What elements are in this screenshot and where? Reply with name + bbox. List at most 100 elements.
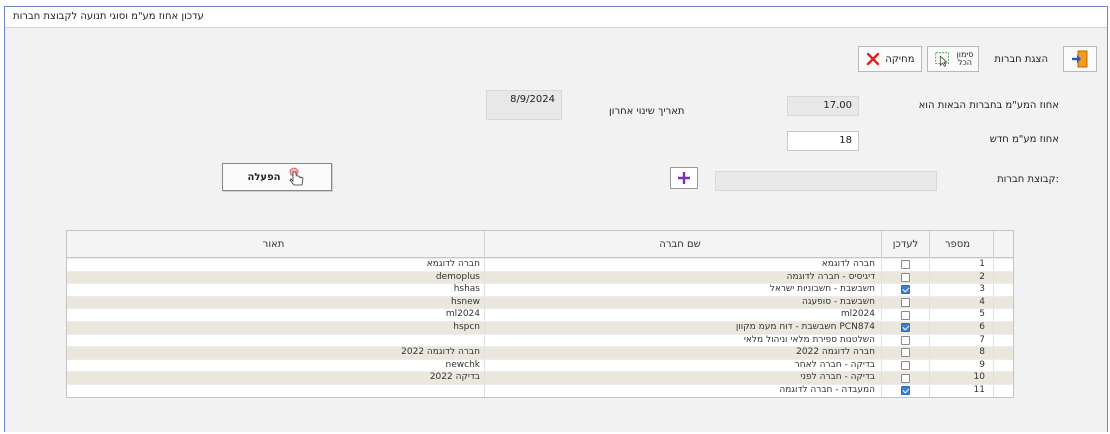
- update-checkbox[interactable]: [901, 285, 910, 295]
- cell-selector[interactable]: [993, 271, 1013, 284]
- table-row[interactable]: hspcn חשבשבת - דוח מעמ מקוון PCN874 6: [67, 320, 1013, 334]
- col-description[interactable]: תאור: [67, 231, 484, 257]
- update-checkbox[interactable]: [901, 335, 910, 345]
- show-companies-label: הצגת חברות: [994, 53, 1048, 65]
- delete-label: מחיקה: [885, 53, 915, 65]
- tab-show-companies[interactable]: הצגת חברות: [984, 46, 1058, 72]
- cell-number: 10: [929, 372, 993, 384]
- cell-update: [881, 296, 929, 309]
- select-all-cursor-icon: [935, 52, 950, 67]
- cell-company-name: חברה לדוגמא: [484, 259, 881, 271]
- table-row[interactable]: newchk בדיקה - חברה לאחר 9: [67, 358, 1013, 372]
- main-content: הצגת חברות סימון הכל מחיקה אחוז המע"מ בח…: [5, 28, 1107, 432]
- hand-pointer-icon: [288, 167, 303, 186]
- exit-door-icon: [1072, 50, 1088, 68]
- last-change-field: 8/9/2024: [486, 90, 562, 120]
- cell-description: hspcn: [453, 321, 480, 332]
- delete-button[interactable]: מחיקה: [858, 46, 923, 72]
- cell-update: [881, 359, 929, 372]
- cell-update: [881, 384, 929, 397]
- cell-description: [67, 335, 484, 347]
- table-row[interactable]: ml2024 ml2024 5: [67, 308, 1013, 321]
- run-button[interactable]: הפעלה: [222, 163, 332, 191]
- update-checkbox[interactable]: [901, 260, 910, 270]
- table-row[interactable]: המעבדה - חברה לדוגמה 11: [67, 383, 1013, 397]
- cell-number: 7: [929, 334, 993, 347]
- cell-description: בדיקה 2022: [429, 372, 480, 383]
- cell-company-name: המעבדה - חברה לדוגמה: [484, 384, 881, 397]
- title-bar: עדכון אחוז מע"מ וסוגי תנועה לקבוצת חברות: [5, 7, 1107, 28]
- toolbar: הצגת חברות סימון הכל מחיקה: [858, 46, 1097, 74]
- cell-update: [881, 271, 929, 284]
- cell-selector[interactable]: [993, 296, 1013, 309]
- cell-description: חברה לדוגמה 2022: [401, 347, 480, 358]
- cell-company-name: בדיקה - חברה לאחר: [484, 359, 881, 372]
- companies-table: תאור שם חברה לעדכן מספר חברה לדוגמא חברה …: [66, 230, 1014, 398]
- cell-selector[interactable]: [993, 384, 1013, 397]
- cell-number: 2: [929, 271, 993, 284]
- cell-company-name: חשבשבת - סופעגה: [484, 296, 881, 309]
- cell-description: hshas: [453, 284, 480, 295]
- plus-icon: [678, 172, 690, 184]
- col-company-name[interactable]: שם חברה: [484, 231, 881, 257]
- table-row[interactable]: hsnew חשבשבת - סופעגה 4: [67, 295, 1013, 309]
- cell-description: newchk: [445, 359, 480, 370]
- update-checkbox[interactable]: [901, 348, 910, 358]
- select-all-text: סימון הכל: [957, 51, 974, 67]
- cell-update: [881, 259, 929, 271]
- update-checkbox[interactable]: [901, 272, 910, 282]
- select-all-button[interactable]: סימון הכל: [927, 46, 980, 72]
- company-group-label: קבוצת חברות:: [997, 174, 1059, 185]
- new-vat-input[interactable]: 18: [787, 131, 859, 151]
- vat-label: אחוז המע"מ בחברות הבאות הוא: [918, 100, 1059, 111]
- cell-company-name: חשבשבת - דוח מעמ מקוון PCN874: [484, 321, 881, 334]
- cell-number: 9: [929, 359, 993, 372]
- cell-selector[interactable]: [993, 284, 1013, 296]
- cell-company-name: חברה לדוגמה 2022: [484, 347, 881, 359]
- cell-selector[interactable]: [993, 334, 1013, 347]
- select-all-line2: הכל: [958, 58, 973, 67]
- table-row[interactable]: demoplus דיגיסיס - חברה לדוגמה 2: [67, 270, 1013, 284]
- cell-selector[interactable]: [993, 372, 1013, 384]
- update-checkbox[interactable]: [901, 386, 910, 396]
- col-select[interactable]: [993, 231, 1013, 257]
- update-checkbox[interactable]: [901, 373, 910, 383]
- table-row[interactable]: השלטנות ספירת מלאי וניהול מלאי 7: [67, 333, 1013, 347]
- exit-button[interactable]: [1063, 46, 1097, 72]
- cell-selector[interactable]: [993, 309, 1013, 321]
- cell-number: 8: [929, 347, 993, 359]
- table-row[interactable]: hshas חשבשבת - חשבוניות ישראל 3: [67, 283, 1013, 296]
- cell-description: ml2024: [445, 309, 480, 320]
- cell-number: 4: [929, 296, 993, 309]
- cell-selector[interactable]: [993, 347, 1013, 359]
- cell-description: demoplus: [435, 271, 480, 282]
- cell-selector[interactable]: [993, 359, 1013, 372]
- col-update[interactable]: לעדכן: [881, 231, 929, 257]
- cell-number: 6: [929, 321, 993, 334]
- cell-number: 5: [929, 309, 993, 321]
- cell-description: חברה לדוגמא: [426, 259, 480, 269]
- update-checkbox[interactable]: [901, 323, 910, 333]
- vat-current-field: 17.00: [787, 96, 859, 116]
- cell-selector[interactable]: [993, 321, 1013, 334]
- update-checkbox[interactable]: [901, 298, 910, 308]
- update-checkbox[interactable]: [901, 361, 910, 371]
- cell-update: [881, 334, 929, 347]
- cell-selector[interactable]: [993, 259, 1013, 271]
- table-header: תאור שם חברה לעדכן מספר: [67, 231, 1013, 258]
- table-row[interactable]: חברה לדוגמה 2022 חברה לדוגמה 2022 8: [67, 346, 1013, 359]
- cell-number: 1: [929, 259, 993, 271]
- window-title: עדכון אחוז מע"מ וסוגי תנועה לקבוצת חברות: [13, 11, 204, 22]
- update-checkbox[interactable]: [901, 310, 910, 320]
- cell-update: [881, 372, 929, 384]
- cell-company-name: השלטנות ספירת מלאי וניהול מלאי: [484, 334, 881, 347]
- run-label: הפעלה: [247, 171, 281, 183]
- company-group-field[interactable]: [715, 171, 937, 191]
- table-row[interactable]: בדיקה 2022 בדיקה - חברה לפני 10: [67, 371, 1013, 384]
- col-number[interactable]: מספר: [929, 231, 993, 257]
- add-group-button[interactable]: [670, 167, 698, 189]
- new-vat-label: אחוז מע"מ חדש: [989, 134, 1059, 145]
- red-x-icon: [867, 52, 880, 66]
- table-row[interactable]: חברה לדוגמא חברה לדוגמא 1: [67, 258, 1013, 271]
- cell-update: [881, 309, 929, 321]
